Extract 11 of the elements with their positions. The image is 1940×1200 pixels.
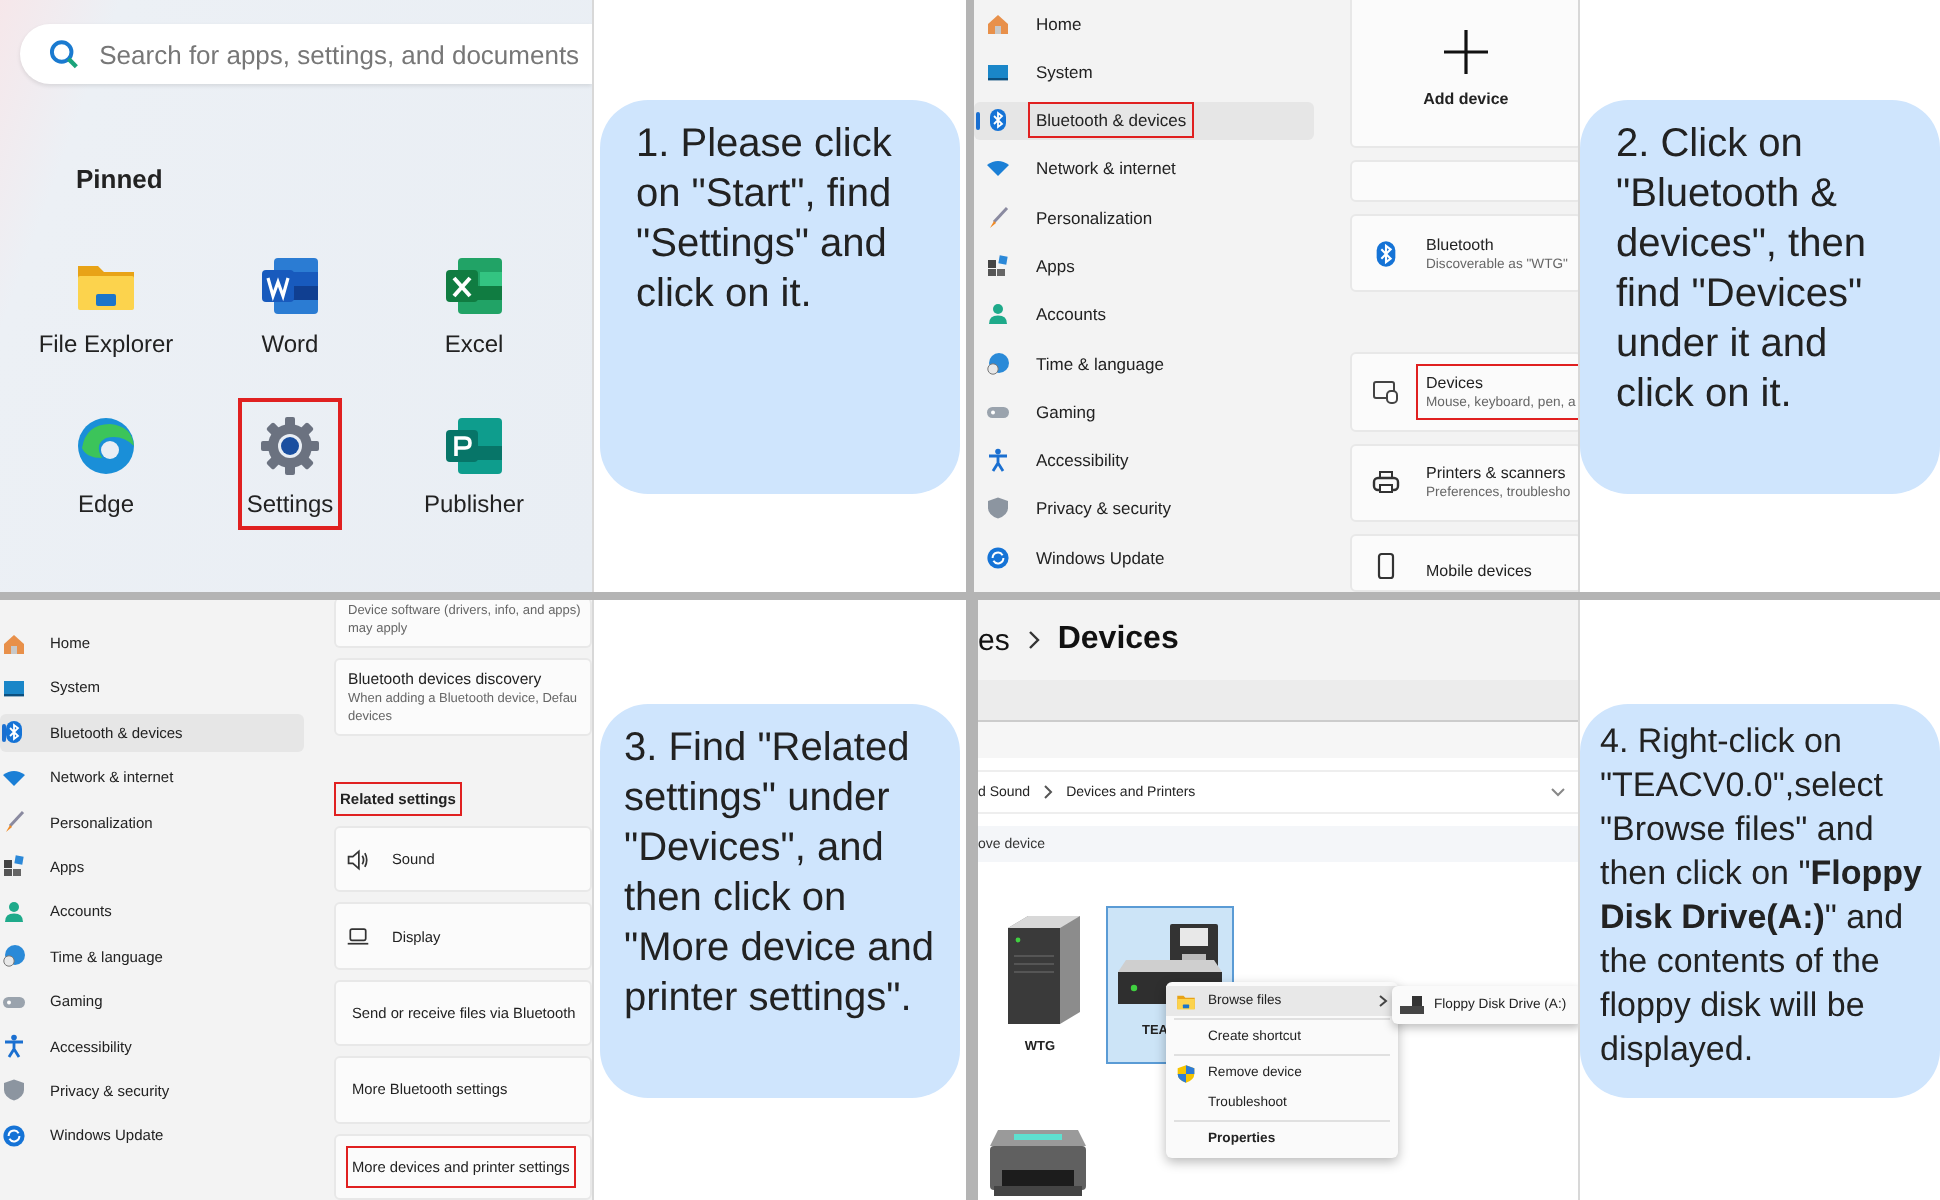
instruction-bubble: 2. Click on "Bluetooth & devices", then find "Devices" under it and click on it.: [1580, 99, 1940, 493]
instruction-bubble: 3. Find "Related settings" under "Devices", and then click on "More device and printer settings".: [600, 703, 960, 1097]
section-title: Pinned: [76, 164, 163, 194]
breadcrumb-item: es: [978, 623, 1010, 657]
breadcrumb-item: Devices: [1057, 622, 1179, 658]
row-title: Printers & scanners: [1426, 464, 1568, 482]
instruction-bubble: 4. Right-click on "TEACV0.0",select "Browse files" and then click on "Floppy Disk Drive(A:)" and the contents of the floppy disk will be displayed.: [1580, 703, 1940, 1097]
row-title: Bluetooth: [1426, 235, 1496, 254]
instruction-bubble: 1. Please click on "Start", find "Settings" and click on it.: [600, 99, 960, 493]
row-title: Mobile devices: [1426, 561, 1534, 580]
row-title: Devices: [1426, 373, 1485, 392]
